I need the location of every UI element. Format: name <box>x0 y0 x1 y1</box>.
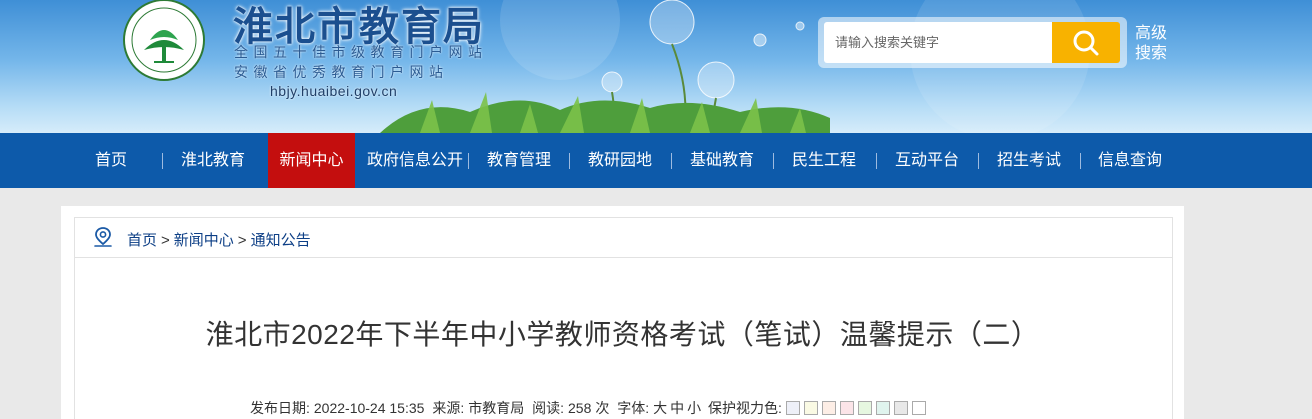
eye-care-swatch[interactable] <box>875 401 890 415</box>
font-size-medium-button[interactable]: 中 <box>670 400 684 416</box>
views-unit: 次 <box>595 400 610 416</box>
breadcrumb-separator: > <box>237 232 247 249</box>
nav-item-education-management[interactable]: 教育管理 <box>476 133 562 188</box>
advanced-search-link[interactable]: 高级搜索 <box>1133 24 1169 64</box>
eye-care-swatch[interactable] <box>803 401 818 415</box>
location-pin-icon <box>94 227 112 247</box>
publish-date: 2022-10-24 15:35 <box>313 400 425 416</box>
eye-care-swatch[interactable] <box>911 401 926 415</box>
source-value: 市教育局 <box>468 400 525 416</box>
nav-item-basic-education[interactable]: 基础教育 <box>679 133 765 188</box>
breadcrumb-notices[interactable]: 通知公告 <box>251 232 311 249</box>
views-count: 258 <box>568 400 592 416</box>
search-box <box>818 17 1127 68</box>
font-size-large-button[interactable]: 大 <box>653 400 667 416</box>
header-banner: 淮北市教育局 全国五十佳市级教育门户网站 安徽省优秀教育门户网站 hbjy.hu… <box>0 0 1312 133</box>
eye-care-swatch[interactable] <box>821 401 836 415</box>
site-subtitle-award: 全国五十佳市级教育门户网站 <box>234 44 488 60</box>
nav-item-gov-info-disclosure[interactable]: 政府信息公开 <box>362 133 468 188</box>
nav-divider <box>773 153 774 169</box>
nav-divider <box>978 153 979 169</box>
nav-divider <box>1080 153 1081 169</box>
main-nav: 首页 淮北教育 新闻中心 政府信息公开 教育管理 教研园地 基础教育 民生工程 … <box>0 133 1312 188</box>
article-meta: 发布日期: 2022-10-24 15:35 来源: 市教育局 阅读: 258 次 字体… <box>250 398 934 418</box>
search-button[interactable] <box>1052 22 1120 63</box>
breadcrumb-bar: 首页 > 新闻中心 > 通知公告 <box>74 217 1173 258</box>
nav-divider <box>468 153 469 169</box>
eye-care-swatch[interactable] <box>893 401 908 415</box>
font-size-label: 字体: <box>617 400 650 416</box>
nav-divider <box>569 153 570 169</box>
search-input[interactable] <box>824 22 1058 63</box>
eye-care-swatch[interactable] <box>857 401 872 415</box>
nav-item-livelihood-project[interactable]: 民生工程 <box>781 133 867 188</box>
nav-item-enrollment-exams[interactable]: 招生考试 <box>986 133 1072 188</box>
nav-divider <box>162 153 163 169</box>
source-label: 来源: <box>432 400 465 416</box>
nav-divider <box>876 153 877 169</box>
publish-date-label: 发布日期: <box>250 400 310 416</box>
content-panel: 首页 > 新闻中心 > 通知公告 淮北市2022年下半年中小学教师资格考试（笔试）温馨提… <box>61 206 1184 419</box>
article-title: 淮北市2022年下半年中小学教师资格考试（笔试）温馨提示（二） <box>205 319 1040 350</box>
eye-care-color-label: 保护视力色: <box>708 400 782 416</box>
eye-care-swatch[interactable] <box>839 401 854 415</box>
eye-care-swatches <box>785 400 930 416</box>
nav-item-huaibei-education[interactable]: 淮北教育 <box>170 133 256 188</box>
eye-care-swatch[interactable] <box>785 401 800 415</box>
site-subtitle-province: 安徽省优秀教育门户网站 <box>234 64 449 80</box>
nav-item-info-query[interactable]: 信息查询 <box>1087 133 1173 188</box>
nav-item-interactive-platform[interactable]: 互动平台 <box>884 133 970 188</box>
font-size-small-button[interactable]: 小 <box>687 400 701 416</box>
views-label: 阅读: <box>532 400 564 416</box>
nav-item-home[interactable]: 首页 <box>72 133 150 188</box>
breadcrumb: 首页 > 新闻中心 > 通知公告 <box>127 229 311 250</box>
nav-item-teaching-research[interactable]: 教研园地 <box>577 133 663 188</box>
education-bureau-logo <box>123 0 205 81</box>
search-icon <box>1073 30 1099 56</box>
breadcrumb-home[interactable]: 首页 <box>127 232 157 249</box>
nav-item-news-center[interactable]: 新闻中心 <box>268 133 355 188</box>
breadcrumb-news-center[interactable]: 新闻中心 <box>174 232 234 249</box>
nav-divider <box>671 153 672 169</box>
breadcrumb-separator: > <box>161 232 170 249</box>
site-url: hbjy.huaibei.gov.cn <box>270 83 398 99</box>
